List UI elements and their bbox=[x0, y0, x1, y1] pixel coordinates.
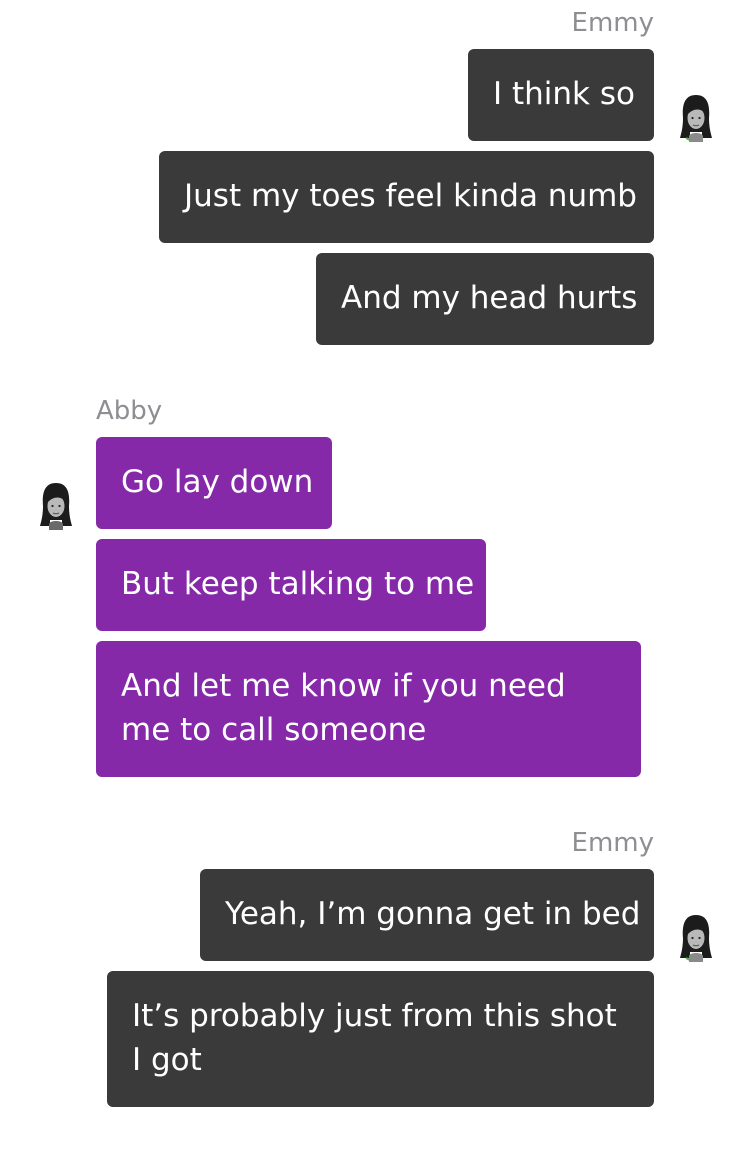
avatar[interactable] bbox=[38, 480, 74, 530]
avatar[interactable] bbox=[678, 912, 714, 962]
message-bubble[interactable]: Yeah, I’m gonna get in bed bbox=[200, 869, 654, 961]
message-bubble[interactable]: It’s probably just from this shot I got bbox=[107, 971, 654, 1107]
sender-name: Emmy bbox=[571, 8, 654, 38]
message-bubble[interactable]: I think so bbox=[468, 49, 654, 141]
sender-name: Emmy bbox=[571, 828, 654, 858]
message-bubble[interactable]: And let me know if you need me to call s… bbox=[96, 641, 641, 777]
message-bubble[interactable]: Go lay down bbox=[96, 437, 332, 529]
message-bubble[interactable]: Just my toes feel kinda numb bbox=[159, 151, 654, 243]
sender-name: Abby bbox=[96, 396, 163, 426]
message-bubble[interactable]: But keep talking to me bbox=[96, 539, 486, 631]
message-bubble[interactable]: And my head hurts bbox=[316, 253, 654, 345]
avatar[interactable] bbox=[678, 92, 714, 142]
